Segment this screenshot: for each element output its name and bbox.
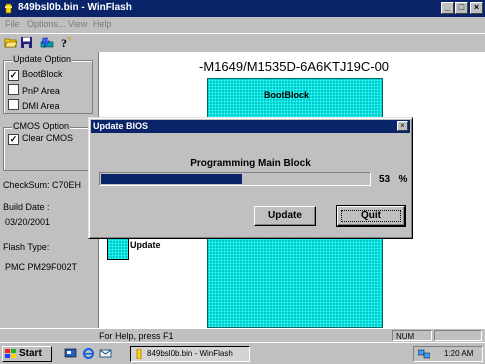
status-pane-empty bbox=[434, 330, 482, 341]
svg-text:?: ? bbox=[61, 36, 67, 49]
checkbox-dmi-area[interactable]: DMI Area bbox=[8, 99, 60, 111]
checkbox-clear-cmos[interactable]: ✓ Clear CMOS bbox=[8, 133, 73, 145]
status-bar: For Help, press F1 NUM bbox=[0, 328, 485, 343]
build-date-label: Build Date : bbox=[3, 202, 50, 212]
system-tray: 1:20 AM bbox=[413, 346, 483, 362]
app-icon bbox=[5, 3, 12, 14]
checksum-text: CheckSum: C70EH bbox=[3, 180, 82, 190]
title-bar[interactable]: 849bsl0b.bin - WinFlash _ □ × bbox=[0, 0, 485, 17]
menu-help[interactable]: Help bbox=[93, 19, 112, 29]
taskbar-winflash-task[interactable]: 849bsl0b.bin - WinFlash bbox=[130, 346, 250, 362]
progress-fill bbox=[101, 174, 243, 184]
winflash-window: 849bsl0b.bin - WinFlash _ □ × File Optio… bbox=[0, 0, 485, 343]
cmos-option-group: CMOS Option ✓ Clear CMOS bbox=[3, 121, 93, 171]
update-legend-swatch bbox=[107, 238, 129, 260]
menu-view[interactable]: View bbox=[68, 19, 87, 29]
progress-bar bbox=[99, 172, 371, 186]
close-button[interactable]: × bbox=[470, 2, 483, 14]
progress-percent: 53 % bbox=[379, 174, 407, 185]
update-legend-label: Update bbox=[130, 240, 161, 250]
clock: 1:20 AM bbox=[444, 349, 474, 358]
start-label: Start bbox=[19, 348, 42, 359]
status-num: NUM bbox=[392, 330, 432, 341]
show-desktop-icon[interactable] bbox=[64, 347, 77, 360]
checkbox-dmi-area-box[interactable] bbox=[8, 99, 19, 110]
menu-options[interactable]: Options... bbox=[27, 19, 66, 29]
cmos-option-legend: CMOS Option bbox=[12, 121, 71, 131]
taskbar-task-label: 849bsl0b.bin - WinFlash bbox=[147, 349, 233, 358]
menu-file[interactable]: File bbox=[5, 19, 20, 29]
taskbar: Start 849bsl0b.bin - WinFlash 1:20 AM bbox=[0, 342, 485, 364]
dialog-close-button[interactable]: × bbox=[397, 121, 408, 131]
internet-explorer-icon[interactable] bbox=[82, 347, 95, 360]
checkbox-clear-cmos-box[interactable]: ✓ bbox=[8, 134, 19, 145]
start-button[interactable]: Start bbox=[2, 346, 52, 362]
outlook-express-icon[interactable] bbox=[99, 347, 112, 360]
checkbox-bootblock-label: BootBlock bbox=[22, 69, 63, 79]
checkbox-bootblock[interactable]: ✓ BootBlock bbox=[8, 69, 63, 81]
progress-percent-value: 53 bbox=[379, 174, 391, 185]
save-disk-icon[interactable] bbox=[20, 36, 34, 49]
checkbox-clear-cmos-label: Clear CMOS bbox=[22, 133, 74, 143]
window-title: 849bsl0b.bin - WinFlash bbox=[18, 2, 132, 13]
bootblock-label: BootBlock bbox=[264, 90, 309, 100]
dialog-title: Update BIOS bbox=[93, 121, 149, 131]
quit-focus-ring bbox=[341, 210, 401, 222]
update-button[interactable]: Update bbox=[254, 206, 316, 226]
checkbox-dmi-area-label: DMI Area bbox=[22, 101, 60, 111]
menu-bar: File Options... View Help bbox=[0, 17, 485, 32]
update-bios-dialog: Update BIOS × Programming Main Block 53 … bbox=[88, 117, 413, 239]
checkbox-pnp-area-box[interactable] bbox=[8, 84, 19, 95]
network-tray-icon[interactable] bbox=[418, 349, 430, 359]
toolbar: ? bbox=[0, 33, 485, 53]
progress-percent-sign: % bbox=[398, 174, 408, 185]
flash-type-label: Flash Type: bbox=[3, 242, 50, 252]
minimize-button[interactable]: _ bbox=[441, 2, 454, 14]
open-folder-icon[interactable] bbox=[4, 36, 18, 49]
help-question-icon[interactable]: ? bbox=[58, 36, 72, 49]
winflash-task-icon bbox=[136, 349, 142, 359]
status-message: For Help, press F1 bbox=[99, 331, 174, 341]
checkbox-pnp-area-label: PnP Area bbox=[22, 86, 60, 96]
update-option-group: Update Option ✓ BootBlock PnP Area DMI Ar… bbox=[3, 54, 93, 114]
flash-type-value: PMC PM29F002T bbox=[5, 262, 78, 272]
checkbox-bootblock-box[interactable]: ✓ bbox=[8, 70, 19, 81]
dialog-title-bar[interactable]: Update BIOS × bbox=[91, 120, 410, 133]
windows-logo-icon bbox=[5, 349, 16, 358]
bios-id-text: -M1649/M1535D-6A6KTJ19C-00 bbox=[199, 59, 390, 74]
maximize-button[interactable]: □ bbox=[455, 2, 468, 14]
quit-button[interactable]: Quit bbox=[336, 205, 406, 227]
operation-label: Programming Main Block bbox=[190, 158, 311, 169]
checkbox-pnp-area[interactable]: PnP Area bbox=[8, 84, 60, 96]
build-date-value: 03/20/2001 bbox=[5, 217, 51, 227]
update-option-legend: Update Option bbox=[12, 54, 73, 64]
flash-update-icon[interactable] bbox=[40, 36, 54, 49]
options-panel: Update Option ✓ BootBlock PnP Area DMI Ar… bbox=[0, 52, 98, 328]
